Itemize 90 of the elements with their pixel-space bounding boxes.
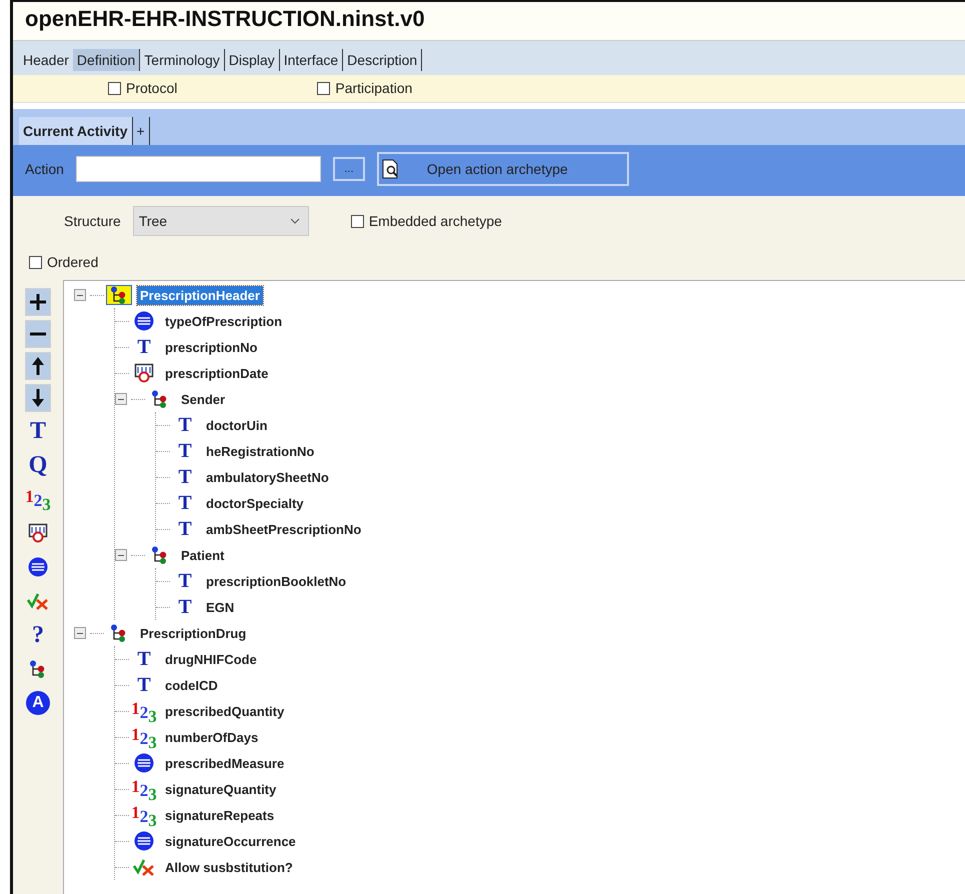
tree-node[interactable]: ambSheetPrescriptionNo	[203, 520, 364, 538]
count-icon: 123	[131, 804, 157, 826]
tree-node[interactable]: typeOfPrescription	[162, 312, 286, 330]
remove-button[interactable]	[25, 320, 51, 348]
tree-node[interactable]: prescribedMeasure	[162, 754, 288, 772]
checkbox[interactable]	[108, 82, 121, 94]
cluster-icon	[29, 660, 47, 678]
tree-node[interactable]: doctorSpecialty	[203, 494, 307, 512]
plus-icon	[29, 293, 47, 311]
arrow-down-icon	[31, 388, 45, 408]
tab[interactable]: Interface	[280, 49, 344, 71]
tab[interactable]: Terminology	[140, 49, 225, 71]
checkbox[interactable]	[29, 256, 42, 268]
check-cross-icon	[133, 858, 155, 876]
add-count-button[interactable]: 123	[25, 484, 51, 514]
tree-node[interactable]: prescribedQuantity	[162, 702, 288, 720]
checkbox-label: Embedded archetype	[368, 213, 502, 229]
calendar-clock-icon	[28, 523, 48, 543]
tree-node[interactable]: EGN	[203, 598, 238, 616]
add-element-button[interactable]: T	[25, 416, 51, 446]
tree-node[interactable]: doctorUin	[203, 416, 270, 434]
move-up-button[interactable]	[25, 352, 51, 380]
add-button[interactable]	[25, 288, 51, 316]
tree-node[interactable]: Patient	[178, 546, 228, 564]
tree-node[interactable]: signatureQuantity	[162, 780, 280, 798]
tab[interactable]: Display	[224, 49, 280, 71]
cluster-icon	[151, 390, 169, 408]
open-archetype-button[interactable]: Open action archetype	[376, 152, 629, 186]
structure-dropdown[interactable]: Tree	[132, 206, 309, 236]
check-cross-icon	[27, 592, 49, 610]
checkbox-label: Protocol	[126, 80, 178, 96]
tree-node[interactable]: drugNHIFCode	[162, 650, 260, 668]
tree-node[interactable]: Sender	[178, 390, 228, 408]
text-type-icon: T	[178, 597, 192, 617]
tab[interactable]: Description	[343, 49, 422, 71]
checkbox[interactable]	[317, 82, 330, 94]
minus-icon	[29, 332, 47, 336]
tree-node[interactable]: PrescriptionDrug	[137, 624, 250, 642]
collapse-toggle[interactable]	[74, 627, 86, 639]
count-icon: 123	[131, 726, 157, 748]
count-icon: 123	[131, 700, 157, 722]
tab[interactable]: Current Activity	[19, 117, 133, 145]
tree-node[interactable]: Allow susbstitution?	[162, 858, 296, 876]
tree-node[interactable]: prescriptionBookletNo	[203, 572, 350, 590]
collapse-toggle[interactable]	[115, 549, 127, 561]
window-title: openEHR-EHR-INSTRUCTION.ninst.v0	[13, 2, 965, 41]
text-type-icon: T	[178, 415, 192, 435]
tree-node[interactable]: PrescriptionHeader	[137, 286, 263, 304]
tree-node[interactable]: ambulatorySheetNo	[203, 468, 332, 486]
calendar-clock-icon	[134, 363, 154, 383]
tab[interactable]: Header	[19, 49, 73, 71]
browse-button[interactable]: ...	[332, 157, 365, 181]
tree-node[interactable]: numberOfDays	[162, 728, 262, 746]
tree-node[interactable]: heRegistrationNo	[203, 442, 318, 460]
tree-node[interactable]: signatureOccurrence	[162, 832, 299, 850]
tree-node[interactable]: prescriptionNo	[162, 338, 260, 356]
action-field[interactable]	[76, 156, 321, 182]
text-type-icon: T	[137, 675, 151, 695]
text-type-icon: T	[137, 337, 151, 357]
list-circle-icon	[28, 557, 48, 577]
collapse-toggle[interactable]	[74, 289, 86, 301]
cluster-icon	[110, 624, 128, 642]
field-label: Structure	[64, 213, 121, 229]
text-type-icon: T	[178, 519, 192, 539]
checkbox-label: Participation	[335, 80, 412, 96]
text-type-icon: T	[178, 493, 192, 513]
text-type-icon: T	[137, 649, 151, 669]
add-element-button[interactable]: Q	[25, 450, 51, 480]
text-type-icon: T	[178, 467, 192, 487]
text-type-icon: T	[178, 571, 192, 591]
cluster-icon	[151, 546, 169, 564]
checkbox[interactable]	[350, 214, 364, 228]
tree-node[interactable]: signatureRepeats	[162, 806, 278, 824]
tree-node[interactable]: prescriptionDate	[162, 364, 272, 382]
tab[interactable]: Definition	[72, 49, 140, 71]
arrow-up-icon	[31, 356, 45, 376]
chevron-down-icon	[290, 218, 300, 224]
checkbox-label: Ordered	[47, 254, 98, 270]
move-down-button[interactable]	[25, 384, 51, 412]
list-circle-icon	[134, 831, 154, 851]
tree-node[interactable]: codeICD	[162, 676, 221, 694]
field-label: Action	[25, 161, 64, 177]
collapse-toggle[interactable]	[115, 393, 127, 405]
list-circle-icon	[134, 311, 154, 331]
list-circle-icon	[134, 753, 154, 773]
count-icon: 123	[131, 778, 157, 800]
text-type-icon: T	[178, 441, 192, 461]
add-element-button[interactable]: ?	[25, 620, 51, 650]
count-icon: 123	[25, 488, 51, 510]
cluster-icon	[110, 286, 128, 304]
